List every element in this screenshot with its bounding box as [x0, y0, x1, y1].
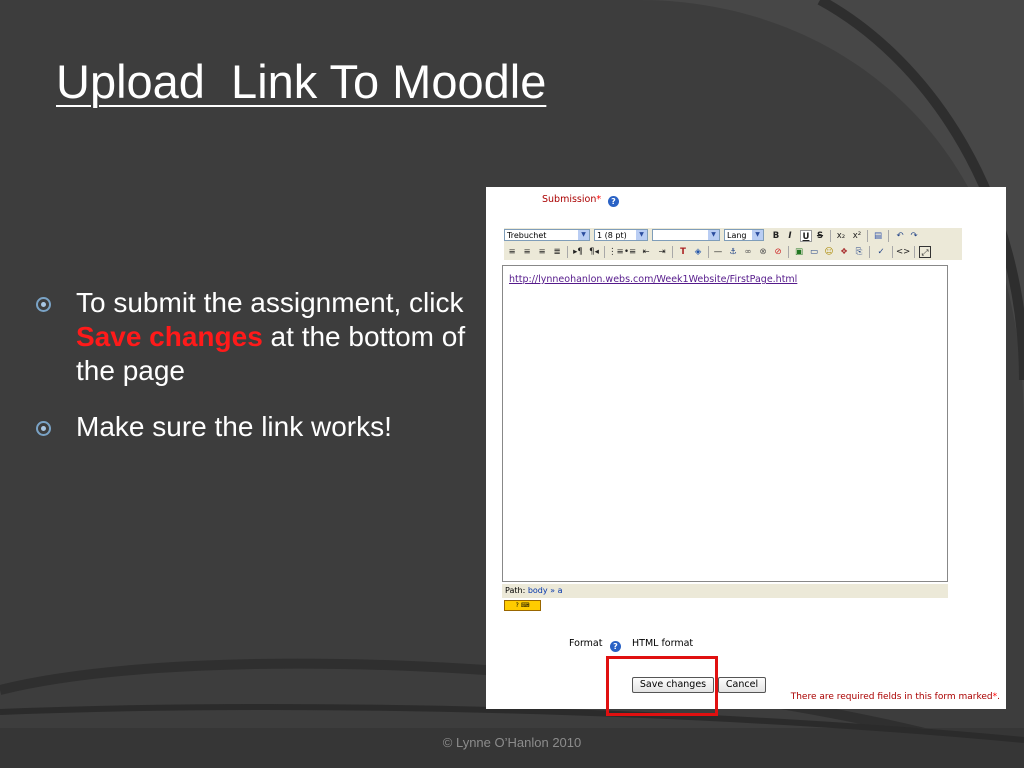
path-label: Path:: [505, 586, 526, 595]
clean-icon[interactable]: ▤: [872, 230, 884, 242]
html-source-icon[interactable]: <>: [896, 246, 910, 258]
outdent-icon[interactable]: ⇤: [640, 246, 652, 258]
help-icon[interactable]: ?: [610, 641, 621, 652]
chevron-down-icon: ▼: [578, 230, 589, 240]
bullet-icon: [36, 297, 51, 312]
nolink-icon[interactable]: ⊘: [772, 246, 784, 258]
submission-link[interactable]: http://lynneohanlon.webs.com/Week1Websit…: [509, 274, 797, 285]
bold-icon[interactable]: B: [771, 230, 781, 242]
special-char-icon[interactable]: ❖: [838, 246, 850, 258]
image-icon[interactable]: ▣: [793, 246, 805, 258]
chevron-down-icon: ▼: [708, 230, 719, 240]
moodle-screenshot: Submission* ? Trebuchet ▼ 1 (8 pt) ▼ ▼ Lan…: [486, 187, 1006, 709]
path-body-link[interactable]: body: [528, 586, 548, 595]
link-icon[interactable]: ∞: [742, 246, 754, 258]
table-icon[interactable]: ▭: [808, 246, 820, 258]
rtl-icon[interactable]: ¶◂: [588, 246, 600, 258]
editor-path-bar: Path: body » a: [502, 584, 948, 598]
toolbar-separator: [914, 246, 915, 258]
cancel-button[interactable]: Cancel: [718, 677, 766, 693]
chevron-down-icon: ▼: [752, 230, 763, 240]
keyboard-help-icon[interactable]: ? ⌨: [504, 600, 541, 611]
fullscreen-icon[interactable]: ⤢: [919, 246, 931, 258]
html-editor-area[interactable]: http://lynneohanlon.webs.com/Week1Websit…: [502, 265, 948, 582]
lang-select[interactable]: Lang ▼: [724, 229, 764, 241]
superscript-icon[interactable]: x²: [851, 230, 863, 242]
ltr-icon[interactable]: ▸¶: [572, 246, 584, 258]
undo-icon[interactable]: ↶: [894, 230, 906, 242]
spellcheck-icon[interactable]: ✓: [874, 246, 888, 258]
indent-icon[interactable]: ⇥: [656, 246, 668, 258]
toolbar-separator: [867, 230, 868, 242]
toolbar-separator: [567, 246, 568, 258]
path-separator: »: [550, 586, 556, 595]
underline-icon[interactable]: U: [800, 230, 812, 242]
justify-icon[interactable]: ≣: [551, 246, 563, 258]
redo-icon[interactable]: ↷: [908, 230, 920, 242]
submission-label: Submission*: [542, 194, 602, 205]
toolbar-separator: [788, 246, 789, 258]
size-select[interactable]: 1 (8 pt) ▼: [594, 229, 648, 241]
format-label: Format: [569, 638, 603, 649]
editor-toolbar-row-1: Trebuchet ▼ 1 (8 pt) ▼ ▼ Lang ▼ B I U S x₂ …: [504, 228, 962, 244]
align-center-icon[interactable]: ≡: [521, 246, 533, 258]
toolbar-separator: [604, 246, 605, 258]
italic-icon[interactable]: I: [785, 230, 795, 242]
help-icon[interactable]: ?: [608, 196, 619, 207]
unlink-icon[interactable]: ⊗: [757, 246, 769, 258]
unordered-list-icon[interactable]: •≡: [624, 246, 636, 258]
align-left-icon[interactable]: ≡: [506, 246, 518, 258]
subscript-icon[interactable]: x₂: [835, 230, 847, 242]
smiley-icon[interactable]: ☺: [823, 246, 835, 258]
slide-title: Upload Link To Moodle: [56, 55, 547, 108]
font-select[interactable]: Trebuchet ▼: [504, 229, 590, 241]
editor-toolbar-row-2: ≡ ≡ ≡ ≣ ▸¶ ¶◂ ⋮≡ •≡ ⇤ ⇥ T ◈ — ⚓ ∞ ⊗ ⊘ ▣ …: [504, 244, 962, 260]
toolbar-separator: [830, 230, 831, 242]
bullet-item: To submit the assignment, click Save cha…: [32, 286, 472, 388]
toolbar-separator: [672, 246, 673, 258]
toolbar-separator: [869, 246, 870, 258]
bullet-text: To submit the assignment, click: [76, 287, 464, 318]
horizontal-rule-icon[interactable]: —: [712, 246, 724, 258]
style-select[interactable]: ▼: [652, 229, 720, 241]
background-color-icon[interactable]: ◈: [692, 246, 704, 258]
bullet-item: Make sure the link works!: [32, 410, 472, 444]
toolbar-separator: [892, 246, 893, 258]
search-replace-icon[interactable]: ⎘: [853, 246, 865, 258]
bullet-list: To submit the assignment, click Save cha…: [32, 286, 472, 466]
highlight-save-changes: Save changes: [76, 321, 263, 352]
ordered-list-icon[interactable]: ⋮≡: [608, 246, 624, 258]
bullet-icon: [36, 421, 51, 436]
strikethrough-icon[interactable]: S: [815, 230, 825, 242]
text-color-icon[interactable]: T: [677, 246, 689, 258]
align-right-icon[interactable]: ≡: [536, 246, 548, 258]
footer-copyright: © Lynne O’Hanlon 2010: [442, 735, 582, 750]
highlight-box: [606, 656, 718, 716]
format-value: HTML format: [632, 638, 694, 649]
path-a-link[interactable]: a: [558, 586, 563, 595]
toolbar-separator: [708, 246, 709, 258]
required-fields-note: There are required fields in this form m…: [790, 692, 1000, 702]
bullet-text: Make sure the link works!: [76, 411, 392, 442]
toolbar-separator: [888, 230, 889, 242]
chevron-down-icon: ▼: [636, 230, 647, 240]
anchor-icon[interactable]: ⚓: [727, 246, 739, 258]
